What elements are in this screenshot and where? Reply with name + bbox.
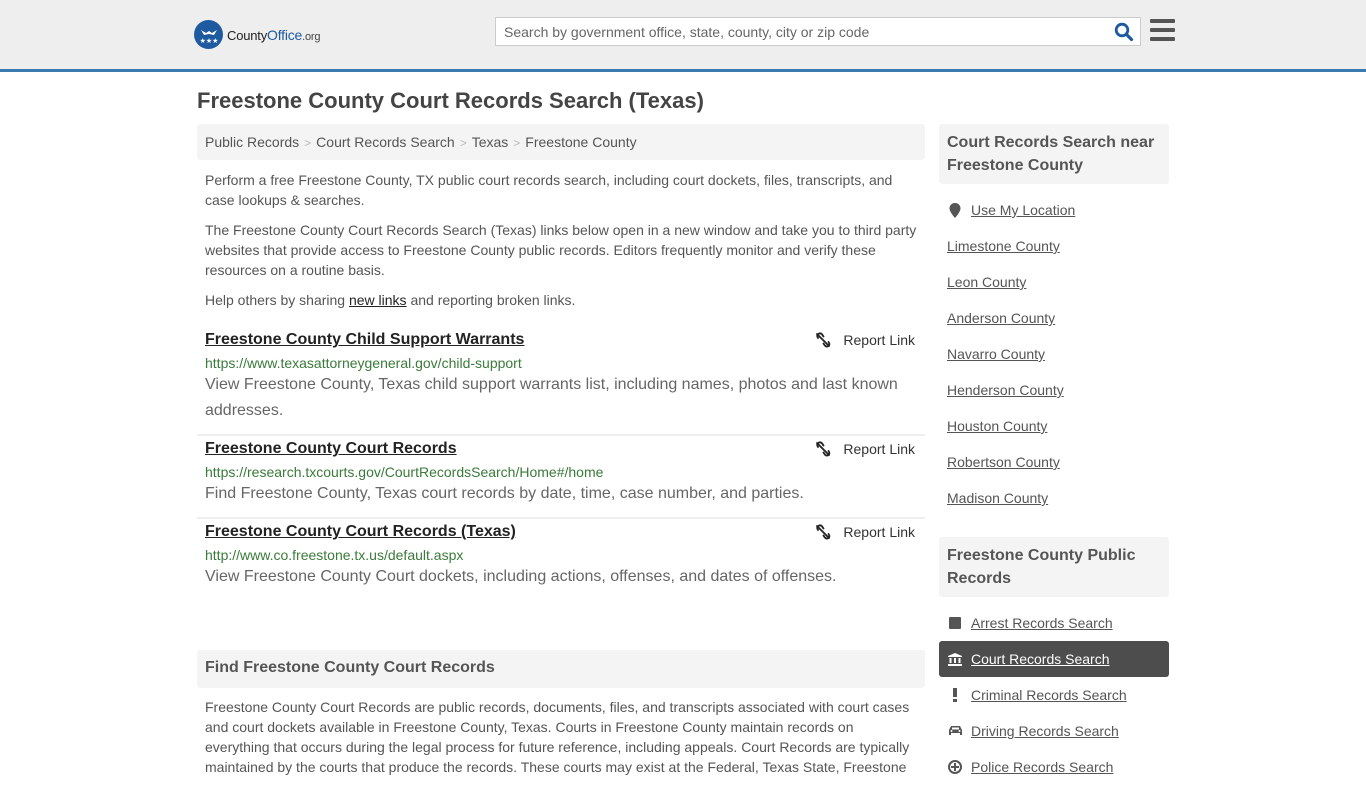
- use-my-location-link[interactable]: Use My Location: [971, 202, 1075, 218]
- intro-paragraph-3: Help others by sharing new links and rep…: [205, 292, 576, 308]
- nearby-county-item: Robertson County: [939, 444, 1169, 480]
- search-icon: [1114, 22, 1134, 42]
- breadcrumb-freestone-county[interactable]: Freestone County: [525, 134, 636, 150]
- public-record-item-driving: Driving Records Search: [939, 713, 1169, 749]
- result-url: https://research.txcourts.gov/CourtRecor…: [205, 464, 604, 480]
- nearby-county-item: Navarro County: [939, 336, 1169, 372]
- logo-text: CountyOffice.org: [227, 26, 321, 43]
- report-link-button[interactable]: Report Link: [815, 524, 915, 540]
- breadcrumb-separator: >: [459, 136, 467, 150]
- result-item: Freestone County Court Records (Texas) h…: [197, 519, 925, 600]
- result-url: http://www.co.freestone.tx.us/default.as…: [205, 547, 464, 563]
- nearby-heading: Court Records Search near Freestone Coun…: [939, 124, 1169, 184]
- nearby-county-link[interactable]: Leon County: [947, 274, 1026, 290]
- map-pin-icon: [947, 202, 963, 218]
- nearby-county-item: Henderson County: [939, 372, 1169, 408]
- nearby-list: Use My Location Limestone County Leon Co…: [939, 192, 1169, 516]
- public-records-heading: Freestone County Public Records: [939, 537, 1169, 597]
- nearby-county-link[interactable]: Anderson County: [947, 310, 1055, 326]
- public-record-item-criminal: Criminal Records Search: [939, 677, 1169, 713]
- site-search: [495, 17, 1141, 46]
- results-list: Freestone County Child Support Warrants …: [197, 327, 925, 600]
- breadcrumb-separator: >: [304, 136, 312, 150]
- nearby-county-link[interactable]: Limestone County: [947, 238, 1060, 254]
- result-title-link[interactable]: Freestone County Court Records (Texas): [205, 523, 516, 541]
- find-section-body: Freestone County Court Records are publi…: [205, 699, 910, 775]
- result-description: Find Freestone County, Texas court recor…: [205, 485, 804, 502]
- arrest-records-link[interactable]: Arrest Records Search: [971, 615, 1113, 631]
- menu-bar: [1150, 28, 1175, 32]
- logo-eagle-icon: ★★★: [194, 20, 223, 49]
- intro-paragraph-1: Perform a free Freestone County, TX publ…: [205, 172, 893, 208]
- broken-link-icon: [816, 524, 831, 540]
- result-item: Freestone County Child Support Warrants …: [197, 327, 925, 436]
- report-link-button[interactable]: Report Link: [815, 332, 915, 348]
- criminal-records-link[interactable]: Criminal Records Search: [971, 687, 1127, 703]
- driving-records-link[interactable]: Driving Records Search: [971, 723, 1119, 739]
- police-badge-icon: [947, 760, 963, 774]
- result-description: View Freestone County, Texas child suppo…: [205, 376, 898, 419]
- breadcrumb-separator: >: [513, 136, 521, 150]
- broken-link-icon: [816, 332, 831, 348]
- courthouse-icon: [947, 652, 963, 666]
- search-input[interactable]: [496, 18, 1106, 45]
- nearby-county-item: Madison County: [939, 480, 1169, 516]
- breadcrumb-court-records-search[interactable]: Court Records Search: [316, 134, 455, 150]
- site-header: ★★★ CountyOffice.org: [0, 0, 1366, 72]
- page-title: Freestone County Court Records Search (T…: [197, 88, 704, 113]
- nearby-county-link[interactable]: Navarro County: [947, 346, 1045, 362]
- nearby-county-item: Limestone County: [939, 228, 1169, 264]
- nearby-county-item: Leon County: [939, 264, 1169, 300]
- court-records-link[interactable]: Court Records Search: [971, 651, 1110, 667]
- result-description: View Freestone County Court dockets, inc…: [205, 568, 837, 585]
- svg-text:★★★: ★★★: [199, 37, 218, 45]
- menu-bar: [1150, 37, 1175, 41]
- nearby-county-link[interactable]: Henderson County: [947, 382, 1064, 398]
- public-records-list: Arrest Records Search Court Records Sear…: [939, 605, 1169, 785]
- result-title-link[interactable]: Freestone County Court Records: [205, 440, 457, 458]
- use-location-item: Use My Location: [939, 192, 1169, 228]
- nearby-county-link[interactable]: Madison County: [947, 490, 1048, 506]
- police-records-link[interactable]: Police Records Search: [971, 759, 1113, 775]
- report-link-button[interactable]: Report Link: [815, 441, 915, 457]
- car-icon: [947, 725, 963, 737]
- breadcrumb-texas[interactable]: Texas: [472, 134, 509, 150]
- public-record-item-arrest: Arrest Records Search: [939, 605, 1169, 641]
- nearby-county-item: Houston County: [939, 408, 1169, 444]
- intro-paragraph-2: The Freestone County Court Records Searc…: [205, 222, 917, 278]
- nearby-county-link[interactable]: Robertson County: [947, 454, 1060, 470]
- nearby-county-link[interactable]: Houston County: [947, 418, 1047, 434]
- result-item: Freestone County Court Records https://r…: [197, 436, 925, 519]
- breadcrumb-public-records[interactable]: Public Records: [205, 134, 299, 150]
- public-record-item-court: Court Records Search: [939, 641, 1169, 677]
- broken-link-icon: [816, 441, 831, 457]
- square-icon: [947, 617, 963, 629]
- site-logo[interactable]: ★★★ CountyOffice.org: [194, 20, 320, 49]
- new-links-link[interactable]: new links: [349, 292, 407, 308]
- intro-text: Perform a free Freestone County, TX publ…: [205, 170, 920, 320]
- find-section-heading: Find Freestone County Court Records: [197, 650, 925, 688]
- menu-bar: [1150, 19, 1175, 23]
- search-button[interactable]: [1114, 22, 1134, 42]
- hamburger-menu-button[interactable]: [1150, 19, 1175, 41]
- breadcrumb: Public Records > Court Records Search > Texa…: [197, 124, 925, 160]
- result-url: https://www.texasattorneygeneral.gov/chi…: [205, 355, 522, 371]
- nearby-county-item: Anderson County: [939, 300, 1169, 336]
- exclamation-icon: [947, 688, 963, 702]
- public-record-item-police: Police Records Search: [939, 749, 1169, 785]
- result-title-link[interactable]: Freestone County Child Support Warrants: [205, 331, 524, 349]
